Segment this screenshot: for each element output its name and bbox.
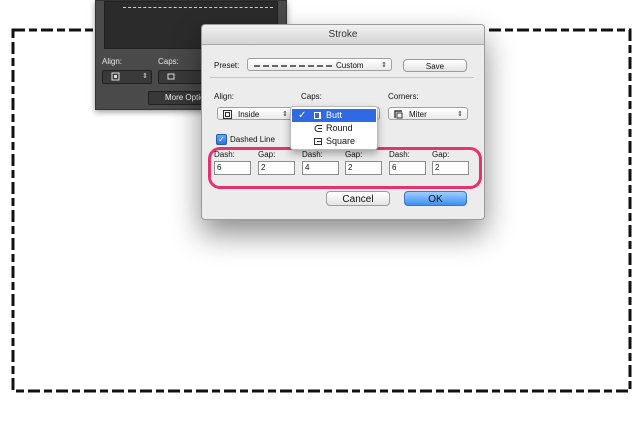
caps-label: Caps: (158, 57, 179, 66)
dialog-title: Stroke (202, 25, 484, 45)
checkmark-icon: ✓ (218, 135, 225, 144)
chevron-updown-icon: ⇕ (282, 111, 288, 118)
checkmark-icon: ✓ (298, 110, 307, 121)
gap-input-3[interactable]: 2 (432, 161, 469, 175)
dash-label-3: Dash: (389, 150, 410, 159)
dashed-line-checkbox[interactable]: ✓ (216, 134, 227, 145)
align-label: Align: (214, 92, 235, 101)
align-select[interactable]: Inside ⇕ (217, 107, 293, 120)
dashed-line-label: Dashed Line (230, 135, 275, 144)
preset-select[interactable]: Custom ⇕ (247, 58, 392, 71)
align-value: Inside (238, 110, 260, 119)
dashed-preview-line (123, 7, 273, 8)
corners-label: Corners: (388, 92, 419, 101)
dash-label-1: Dash: (214, 150, 235, 159)
caps-option-round[interactable]: Round (292, 122, 376, 135)
chevron-updown-icon: ⇕ (457, 111, 463, 118)
align-select[interactable]: ⇕ (102, 70, 152, 84)
dash-pattern-icon (254, 65, 334, 67)
caps-dropdown-menu: ✓ Butt Round Square (290, 106, 378, 150)
gap-input-1[interactable]: 2 (258, 161, 295, 175)
dash-label-2: Dash: (302, 150, 323, 159)
gap-label-3: Gap: (432, 150, 450, 159)
square-cap-icon (314, 137, 322, 145)
preset-value: Custom (336, 61, 364, 70)
gap-label-2: Gap: (345, 150, 363, 159)
caps-option-butt[interactable]: ✓ Butt (292, 109, 376, 122)
gap-label-1: Gap: (258, 150, 276, 159)
corners-select[interactable]: Miter ⇕ (388, 107, 468, 120)
chevron-updown-icon: ⇕ (381, 62, 387, 69)
ok-button[interactable]: OK (404, 191, 467, 206)
save-button[interactable]: Save (403, 59, 467, 72)
preset-label: Preset: (214, 61, 240, 70)
butt-cap-icon (314, 111, 322, 119)
caps-option-label: Square (326, 136, 356, 146)
dash-input-1[interactable]: 6 (214, 161, 251, 175)
butt-cap-icon (167, 72, 176, 85)
separator (210, 77, 474, 78)
dash-input-2[interactable]: 4 (302, 161, 339, 175)
caps-label: Caps: (301, 92, 322, 101)
caps-option-square[interactable]: Square (292, 135, 376, 148)
align-inside-icon (223, 110, 232, 123)
caps-option-label: Round (326, 123, 353, 133)
align-inside-icon (111, 72, 120, 85)
align-label: Align: (102, 57, 123, 66)
miter-join-icon (394, 110, 403, 123)
gap-input-2[interactable]: 2 (345, 161, 382, 175)
corners-value: Miter (409, 110, 427, 119)
cancel-button[interactable]: Cancel (326, 191, 390, 206)
round-cap-icon (314, 124, 322, 132)
dash-input-3[interactable]: 6 (389, 161, 426, 175)
caps-option-label: Butt (326, 110, 343, 120)
chevron-updown-icon: ⇕ (142, 73, 148, 80)
